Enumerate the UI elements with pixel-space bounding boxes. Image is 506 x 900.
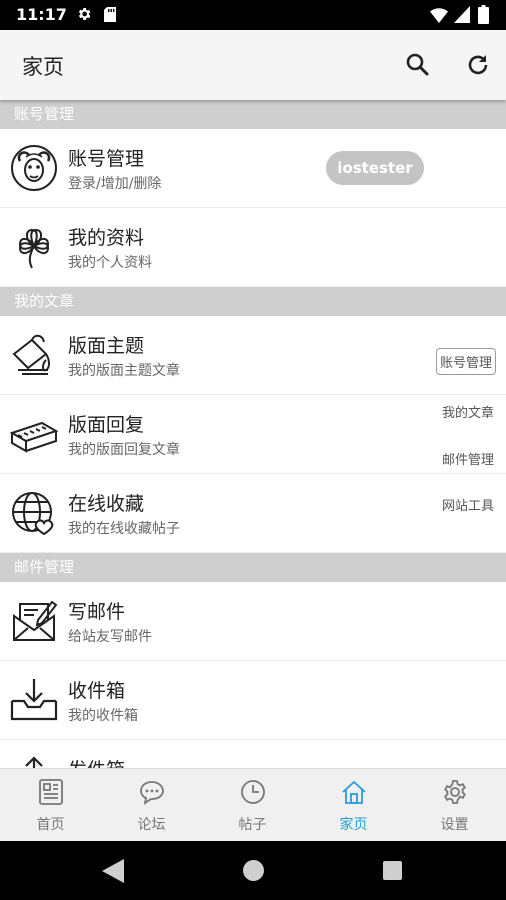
row-title: 账号管理 xyxy=(68,148,145,170)
app-bar: 家页 xyxy=(0,30,506,100)
gear-icon xyxy=(444,780,466,804)
row-title: 版面回复 xyxy=(68,414,145,436)
main-list[interactable]: 账号管理 账号管理 登录/增加/删除 iostester 我的资料 我的个人资料… xyxy=(0,100,506,768)
sd-card-icon xyxy=(104,7,116,22)
home-icon xyxy=(342,780,366,804)
row-subtitle: 登录/增加/删除 xyxy=(68,176,162,192)
row-subtitle: 我的版面主题文章 xyxy=(68,363,180,379)
tab-label: 论坛 xyxy=(137,817,166,833)
status-bar: 11:17 xyxy=(0,0,506,30)
recent-apps-icon xyxy=(383,861,402,880)
row-title: 发件箱 xyxy=(68,755,125,768)
tab-label: 家页 xyxy=(339,817,368,833)
current-user-badge[interactable]: iostester xyxy=(326,151,424,185)
section-header-account: 账号管理 xyxy=(0,100,506,129)
quick-nav-account[interactable]: 账号管理 xyxy=(435,348,496,375)
signal-icon xyxy=(454,6,470,23)
tab-label: 首页 xyxy=(36,817,65,833)
row-subtitle: 我的收件箱 xyxy=(68,708,138,724)
back-icon xyxy=(102,859,124,883)
list-item-board-topics[interactable]: 版面主题 我的版面主题文章 xyxy=(0,316,506,395)
list-item-inbox[interactable]: 收件箱 我的收件箱 xyxy=(0,661,506,740)
row-title: 我的资料 xyxy=(68,227,145,249)
row-subtitle: 给站友写邮件 xyxy=(68,629,152,645)
row-title: 在线收藏 xyxy=(68,493,145,515)
quick-nav-tools[interactable]: 网站工具 xyxy=(442,495,494,514)
list-item-outbox[interactable]: 发件箱 xyxy=(0,740,506,768)
wifi-icon xyxy=(430,8,448,23)
quick-nav-articles[interactable]: 我的文章 xyxy=(442,402,494,421)
ram-icon xyxy=(11,145,57,191)
write-mail-icon xyxy=(13,600,58,641)
tab-label: 设置 xyxy=(440,817,469,833)
paint-bucket-icon xyxy=(12,334,50,375)
tab-forum[interactable]: 论坛 xyxy=(101,769,202,842)
tab-posts[interactable]: 帖子 xyxy=(202,769,303,842)
row-subtitle: 我的个人资料 xyxy=(68,255,152,271)
back-button[interactable] xyxy=(102,859,124,883)
search-button[interactable] xyxy=(402,49,434,81)
clock-icon xyxy=(241,780,265,804)
page-title: 家页 xyxy=(22,55,64,79)
clover-icon xyxy=(18,228,50,269)
tab-label: 帖子 xyxy=(238,817,267,833)
home-circle-icon xyxy=(243,860,264,881)
tab-home[interactable]: 家页 xyxy=(303,769,404,842)
row-subtitle: 我的版面回复文章 xyxy=(68,442,180,458)
home-button[interactable] xyxy=(243,860,264,881)
search-icon xyxy=(406,53,429,76)
section-header-mail: 邮件管理 xyxy=(0,553,506,582)
refresh-button[interactable] xyxy=(462,49,494,81)
inbox-icon xyxy=(10,679,58,721)
row-title: 收件箱 xyxy=(68,680,126,702)
tab-settings[interactable]: 设置 xyxy=(404,769,505,842)
recent-apps-button[interactable] xyxy=(383,861,402,880)
status-time: 11:17 xyxy=(16,5,67,24)
battery-icon xyxy=(478,5,489,24)
tab-front-page[interactable]: 首页 xyxy=(0,769,101,842)
outbox-icon xyxy=(25,756,43,768)
globe-heart-icon xyxy=(12,492,54,536)
list-item-account-management[interactable]: 账号管理 登录/增加/删除 iostester xyxy=(0,129,506,208)
chat-bubble-icon xyxy=(140,781,164,805)
bottom-nav: 首页 论坛 帖子 家页 设置 xyxy=(0,768,506,841)
row-title: 写邮件 xyxy=(68,601,126,623)
section-header-articles: 我的文章 xyxy=(0,287,506,316)
list-item-write-mail[interactable]: 写邮件 给站友写邮件 xyxy=(0,582,506,661)
list-item-board-replies[interactable]: 版面回复 我的版面回复文章 xyxy=(0,395,506,474)
system-nav-bar xyxy=(0,841,506,900)
settings-status-icon xyxy=(78,8,91,20)
row-subtitle: 我的在线收藏帖子 xyxy=(68,521,180,537)
quick-nav-mail[interactable]: 邮件管理 xyxy=(442,449,494,468)
list-item-my-profile[interactable]: 我的资料 我的个人资料 xyxy=(0,208,506,287)
brick-icon xyxy=(9,421,59,453)
list-item-online-favorites[interactable]: 在线收藏 我的在线收藏帖子 xyxy=(0,474,506,553)
newspaper-icon xyxy=(39,779,63,805)
refresh-icon xyxy=(468,55,488,75)
row-title: 版面主题 xyxy=(68,335,145,357)
